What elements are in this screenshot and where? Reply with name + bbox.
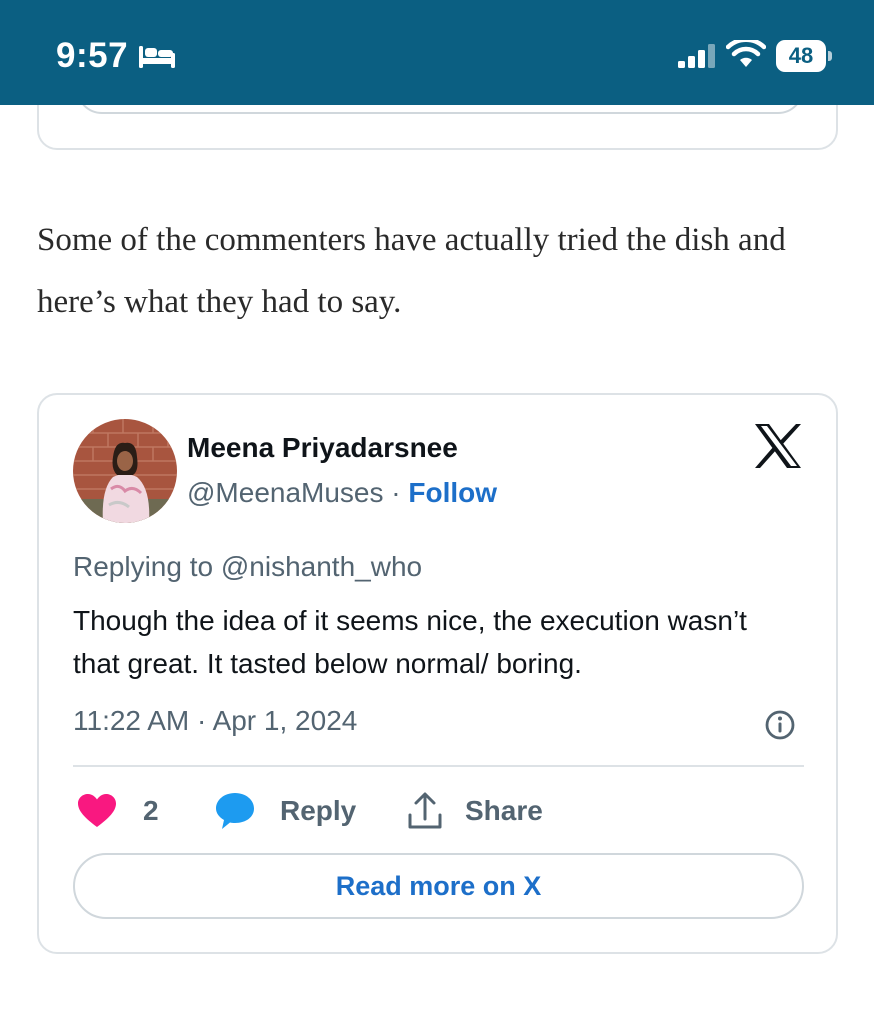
status-time: 9:57 bbox=[56, 36, 129, 75]
info-icon[interactable] bbox=[764, 709, 796, 741]
author-display-name[interactable]: Meena Priyadarsnee bbox=[187, 432, 458, 464]
reply-label: Reply bbox=[280, 795, 357, 826]
divider bbox=[73, 765, 804, 767]
follow-button[interactable]: Follow bbox=[408, 477, 497, 508]
author-handle[interactable]: @MeenaMuses bbox=[187, 477, 384, 508]
heart-icon bbox=[78, 794, 116, 827]
reply-bubble-icon bbox=[216, 793, 254, 829]
battery-level: 48 bbox=[788, 43, 814, 68]
article-paragraph: Some of the commenters have actually tri… bbox=[37, 222, 786, 320]
author-handle-row: @MeenaMuses · Follow bbox=[187, 477, 497, 509]
wifi-icon bbox=[726, 40, 766, 67]
tweet-embed-card: Meena Priyadarsnee @MeenaMuses · Follow … bbox=[37, 393, 838, 954]
tweet-body: Though the idea of it seems nice, the ex… bbox=[73, 605, 747, 679]
replying-to-text[interactable]: Replying to @nishanth_who bbox=[73, 551, 422, 583]
share-label: Share bbox=[465, 795, 543, 826]
read-more-on-x-button[interactable]: Read more on X bbox=[73, 853, 804, 919]
avatar[interactable] bbox=[73, 419, 177, 523]
reply-button[interactable]: Reply bbox=[214, 789, 356, 833]
battery-icon: 48 bbox=[776, 40, 832, 72]
bed-icon bbox=[139, 46, 175, 68]
status-bar: 9:57 48 bbox=[0, 0, 874, 105]
share-button[interactable]: Share bbox=[407, 789, 543, 833]
handle-separator: · bbox=[383, 477, 409, 508]
signal-icon bbox=[678, 44, 715, 68]
battery-nub bbox=[828, 51, 832, 61]
share-icon bbox=[408, 792, 442, 829]
like-count: 2 bbox=[143, 795, 159, 826]
like-button[interactable]: 2 bbox=[77, 789, 159, 833]
x-logo-icon[interactable] bbox=[753, 423, 803, 469]
avatar-image bbox=[73, 419, 177, 523]
tweet-timestamp[interactable]: 11:22 AM · Apr 1, 2024 bbox=[73, 705, 357, 737]
